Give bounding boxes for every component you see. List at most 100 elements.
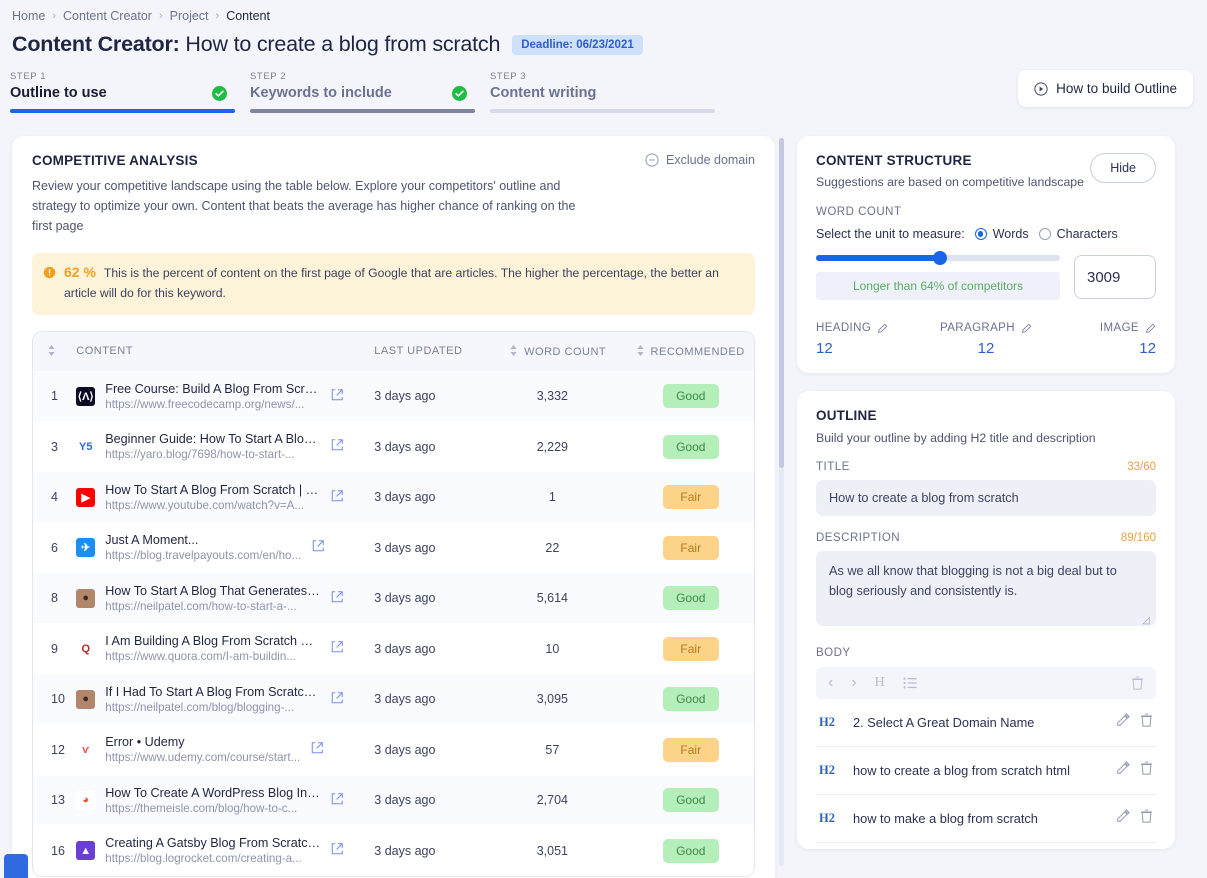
table-row[interactable]: 1 ⟨Λ⟩ Free Course: Build A Blog From Scrat… (33, 370, 754, 422)
row-url: https://yaro.blog/7698/how-to-start-... (105, 448, 295, 462)
row-content: Y5 Beginner Guide: How To Start A Blog ..… (76, 421, 374, 472)
breadcrumb-item-content-creator[interactable]: Content Creator (63, 9, 152, 23)
column-header-content[interactable]: CONTENT (76, 331, 375, 371)
word-count-input[interactable]: 3009 (1074, 255, 1156, 299)
open-external-link-icon[interactable] (330, 792, 344, 809)
outline-body-toolbar: ‹ › H (816, 667, 1156, 699)
row-last-updated: 3 days ago (374, 641, 436, 656)
outline-item[interactable]: H2 how to create a blog from scratch html (816, 747, 1156, 795)
row-rank: 3 (51, 439, 58, 454)
table-row[interactable]: 8 ● How To Start A Blog That Generates $..… (33, 572, 754, 624)
table-row[interactable]: 10 ● If I Had To Start A Blog From Scratch… (33, 673, 754, 725)
sort-icon (48, 344, 55, 356)
redo-icon[interactable]: › (851, 674, 856, 692)
column-header-rank[interactable] (33, 331, 77, 371)
row-title: I Am Building A Blog From Scratch On... (105, 634, 321, 649)
row-content: ▶ How To Start A Blog From Scratch | Bl..… (76, 472, 374, 523)
hide-button[interactable]: Hide (1090, 153, 1156, 183)
undo-icon[interactable]: ‹ (828, 674, 833, 692)
status-badge: Good (662, 434, 719, 459)
status-badge: Good (662, 838, 719, 863)
pencil-icon[interactable] (877, 323, 888, 334)
radio-characters-icon[interactable] (1038, 228, 1051, 240)
open-external-link-icon[interactable] (330, 590, 344, 607)
row-word-count: 10 (545, 641, 560, 656)
corner-logo-badge[interactable] (4, 854, 28, 878)
open-external-link-icon[interactable] (330, 388, 344, 405)
table-row[interactable]: 6 ✈ Just A Moment... https://blog.travelpay… (33, 522, 754, 573)
column-label: WORD COUNT (524, 345, 607, 358)
scrollbar-thumb[interactable] (778, 138, 784, 468)
step-item-outline-to-use[interactable]: STEP 1 Outline to use (10, 71, 235, 113)
open-external-link-icon[interactable] (311, 539, 325, 556)
row-content: ◕ How To Create A WordPress Blog In 1... h… (76, 775, 374, 826)
outline-card: OUTLINE Build your outline by adding H2 … (797, 391, 1175, 849)
longer-than-competitors-text: Longer than 64% of competitors (816, 272, 1060, 300)
exclude-domain-button[interactable]: Exclude domain (645, 153, 755, 167)
radio-words-icon[interactable] (974, 228, 987, 240)
table-row[interactable]: 12 ѵ Error • Udemy https://www.udemy.com/co… (33, 724, 754, 775)
outline-item[interactable]: H2 how to make a blog from scratch (816, 795, 1156, 843)
row-word-count: 57 (545, 742, 560, 757)
delete-all-icon[interactable] (1131, 676, 1144, 690)
article-percentage-value: 62 % (64, 264, 96, 281)
edit-outline-item-icon[interactable] (1116, 809, 1130, 828)
delete-outline-item-icon[interactable] (1140, 761, 1153, 780)
delete-outline-item-icon[interactable] (1140, 713, 1153, 732)
step-progress: STEP 1 Outline to use STEP 2 Keywords to… (0, 57, 1207, 113)
edit-outline-item-icon[interactable] (1116, 761, 1130, 780)
heading-icon[interactable]: H (875, 675, 885, 691)
row-last-updated: 3 days ago (374, 793, 436, 808)
bullet-list-icon[interactable] (903, 677, 917, 689)
outline-description-textarea[interactable]: As we all know that blogging is not a bi… (816, 551, 1156, 626)
table-row[interactable]: 4 ▶ How To Start A Blog From Scratch | Bl.… (33, 471, 754, 523)
column-header-recommended[interactable]: RECOMMENDED (635, 331, 754, 371)
scrollbar-track[interactable] (778, 138, 784, 866)
table-row[interactable]: 13 ◕ How To Create A WordPress Blog In 1..… (33, 774, 754, 826)
how-to-build-outline-button[interactable]: How to build Outline (1018, 70, 1193, 107)
row-rank: 16 (51, 843, 65, 858)
outline-title-input[interactable] (816, 480, 1156, 516)
table-row[interactable]: 16 ▲ Creating A Gatsby Blog From Scratch .… (33, 825, 754, 876)
row-title: How To Start A Blog That Generates $... (105, 583, 321, 598)
open-external-link-icon[interactable] (330, 489, 344, 506)
metric-paragraph-label: PARAGRAPH (940, 322, 1032, 334)
metric-image-value: 12 (1139, 340, 1156, 357)
pencil-icon[interactable] (1021, 323, 1032, 334)
how-to-build-outline-label: How to build Outline (1056, 81, 1177, 96)
word-count-slider[interactable] (816, 251, 1060, 265)
table-row[interactable]: 9 Q I Am Building A Blog From Scratch On..… (33, 623, 754, 674)
step-item-keywords-to-include[interactable]: STEP 2 Keywords to include (250, 71, 475, 113)
column-header-last-updated[interactable]: LAST UPDATED (374, 331, 510, 371)
outline-title: OUTLINE (816, 408, 877, 423)
outline-title-counter: 33/60 (1127, 461, 1156, 473)
breadcrumb-item-project[interactable]: Project (170, 9, 209, 23)
table-row[interactable]: 3 Y5 Beginner Guide: How To Start A Blog .… (33, 421, 754, 472)
row-word-count: 2,229 (536, 439, 568, 454)
unit-option-words[interactable]: Words (974, 227, 1029, 241)
step-item-content-writing[interactable]: STEP 3 Content writing (490, 71, 715, 113)
open-external-link-icon[interactable] (330, 438, 344, 455)
breadcrumb-chevron-icon: › (215, 10, 220, 22)
unit-option-characters[interactable]: Characters (1038, 227, 1118, 241)
page-scrollbar[interactable] (775, 136, 787, 866)
metric-paragraph: PARAGRAPH 12 (929, 318, 1042, 357)
delete-outline-item-icon[interactable] (1140, 809, 1153, 828)
breadcrumb-item-content[interactable]: Content (226, 9, 270, 23)
outline-body-label: BODY (816, 647, 851, 659)
breadcrumb-item-home[interactable]: Home (12, 9, 45, 23)
metric-image: IMAGE 12 (1043, 318, 1156, 357)
open-external-link-icon[interactable] (310, 741, 324, 758)
row-recommended: Fair (636, 623, 754, 674)
column-header-word-count[interactable]: WORD COUNT (509, 331, 636, 371)
site-favicon-icon: ▶ (76, 487, 96, 507)
edit-outline-item-icon[interactable] (1116, 713, 1130, 732)
status-badge: Fair (662, 636, 719, 661)
metric-image-label: IMAGE (1100, 322, 1156, 334)
open-external-link-icon[interactable] (330, 842, 344, 859)
pencil-icon[interactable] (1145, 323, 1156, 334)
open-external-link-icon[interactable] (330, 691, 344, 708)
open-external-link-icon[interactable] (330, 640, 344, 657)
outline-item[interactable]: H2 2. Select A Great Domain Name (816, 699, 1156, 747)
slider-handle[interactable] (933, 251, 948, 265)
